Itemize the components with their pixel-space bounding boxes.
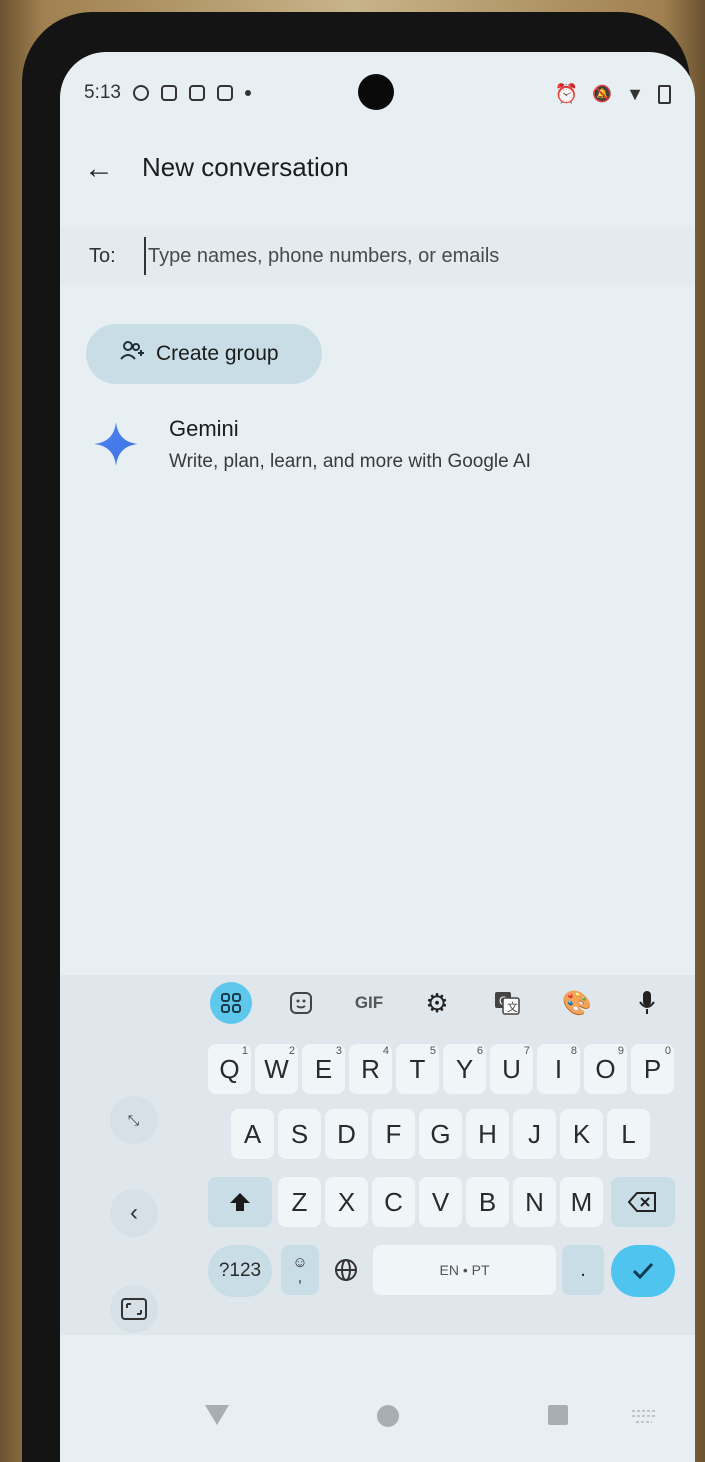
backspace-key[interactable] xyxy=(611,1177,675,1227)
nav-home-circle-icon[interactable] xyxy=(375,1403,401,1434)
key-v[interactable]: V xyxy=(419,1177,462,1227)
back-arrow-icon[interactable]: ← xyxy=(84,154,114,184)
vibrate-off-icon: 🔕 xyxy=(592,86,613,103)
shift-key[interactable] xyxy=(208,1177,272,1227)
language-key[interactable] xyxy=(324,1245,368,1295)
status-time: 5:13 xyxy=(84,82,121,103)
message-icon xyxy=(216,85,233,101)
more-notifications-icon xyxy=(244,90,251,96)
svg-text:文: 文 xyxy=(507,1000,518,1014)
gif-button[interactable]: GIF xyxy=(348,982,390,1024)
key-e[interactable]: E3 xyxy=(302,1044,345,1094)
key-b[interactable]: B xyxy=(466,1177,509,1227)
checkmark-icon xyxy=(632,1262,654,1280)
gemini-description: Write, plan, learn, and more with Google… xyxy=(169,451,531,472)
key-m[interactable]: M xyxy=(560,1177,603,1227)
settings-gear-icon[interactable]: ⚙ xyxy=(416,982,458,1024)
key-a[interactable]: A xyxy=(231,1109,274,1159)
key-j[interactable]: J xyxy=(513,1109,556,1159)
screen: 5:13 ⏰ 🔕 ▼ ← New conversation To: Create… xyxy=(60,52,695,1462)
status-bar-right: ⏰ 🔕 ▼ xyxy=(555,82,671,106)
system-nav-bar xyxy=(60,1397,695,1437)
key-u[interactable]: U7 xyxy=(490,1044,533,1094)
notification-icon xyxy=(132,85,149,101)
key-y[interactable]: Y6 xyxy=(443,1044,486,1094)
backspace-icon xyxy=(628,1192,656,1212)
space-bar[interactable]: EN • PT xyxy=(373,1245,556,1295)
add-group-icon xyxy=(120,340,146,368)
key-f[interactable]: F xyxy=(372,1109,415,1159)
translate-icon[interactable]: G文 xyxy=(486,982,528,1024)
emoji-comma-key[interactable]: ☺, xyxy=(281,1245,319,1295)
key-p[interactable]: P0 xyxy=(631,1044,674,1094)
alarm-icon: ⏰ xyxy=(554,84,579,105)
key-w[interactable]: W2 xyxy=(255,1044,298,1094)
resize-keyboard-icon[interactable] xyxy=(110,1285,158,1333)
nav-keyboard-switch-icon[interactable] xyxy=(630,1409,658,1430)
create-group-button[interactable]: Create group xyxy=(86,324,322,384)
nav-recents-square-icon[interactable] xyxy=(546,1403,570,1432)
key-d[interactable]: D xyxy=(325,1109,368,1159)
status-bar-left: 5:13 xyxy=(84,82,251,104)
key-r[interactable]: R4 xyxy=(349,1044,392,1094)
keyboard-toolbar: GIF ⚙ G文 🎨 xyxy=(210,982,680,1026)
microphone-icon[interactable] xyxy=(626,982,668,1024)
palette-icon[interactable]: 🎨 xyxy=(556,982,598,1024)
page-title: New conversation xyxy=(142,152,349,182)
gemini-name: Gemini xyxy=(169,416,239,441)
key-i[interactable]: I8 xyxy=(537,1044,580,1094)
to-label: To: xyxy=(89,245,116,267)
key-t[interactable]: T5 xyxy=(396,1044,439,1094)
cursor-left-icon[interactable]: ‹ xyxy=(110,1189,158,1237)
keyboard: GIF ⚙ G文 🎨 ⤡ ‹ Q1 W2 E3 R4 T5 Y6 U7 I8 O… xyxy=(60,975,695,1335)
key-g[interactable]: G xyxy=(419,1109,462,1159)
recipient-bar: To: xyxy=(60,227,695,285)
create-group-label: Create group xyxy=(156,342,279,365)
sticker-icon[interactable] xyxy=(280,982,322,1024)
bag-icon xyxy=(188,85,205,101)
battery-icon xyxy=(658,84,671,104)
apps-grid-icon[interactable] xyxy=(210,982,252,1024)
key-c[interactable]: C xyxy=(372,1177,415,1227)
wifi-icon: ▼ xyxy=(626,83,644,104)
key-l[interactable]: L xyxy=(607,1109,650,1159)
globe-icon xyxy=(335,1259,357,1281)
key-o[interactable]: O9 xyxy=(584,1044,627,1094)
gemini-list-item[interactable]: Gemini Write, plan, learn, and more with… xyxy=(60,410,695,490)
key-q[interactable]: Q1 xyxy=(208,1044,251,1094)
app-bar: ← New conversation xyxy=(60,142,695,198)
sim-icon xyxy=(160,85,177,101)
recipient-input[interactable] xyxy=(144,237,670,275)
gemini-sparkle-icon xyxy=(94,422,138,466)
nav-back-triangle-icon[interactable] xyxy=(203,1403,231,1432)
symbols-key[interactable]: ?123 xyxy=(208,1245,272,1297)
key-s[interactable]: S xyxy=(278,1109,321,1159)
key-n[interactable]: N xyxy=(513,1177,556,1227)
enter-check-key[interactable] xyxy=(611,1245,675,1297)
camera-cutout xyxy=(358,74,394,110)
key-x[interactable]: X xyxy=(325,1177,368,1227)
key-h[interactable]: H xyxy=(466,1109,509,1159)
period-key[interactable]: . xyxy=(562,1245,604,1295)
key-k[interactable]: K xyxy=(560,1109,603,1159)
expand-keyboard-icon[interactable]: ⤡ xyxy=(110,1096,158,1144)
shift-arrow-icon xyxy=(230,1193,250,1211)
key-z[interactable]: Z xyxy=(278,1177,321,1227)
emoji-icon: ☺ xyxy=(292,1254,308,1271)
